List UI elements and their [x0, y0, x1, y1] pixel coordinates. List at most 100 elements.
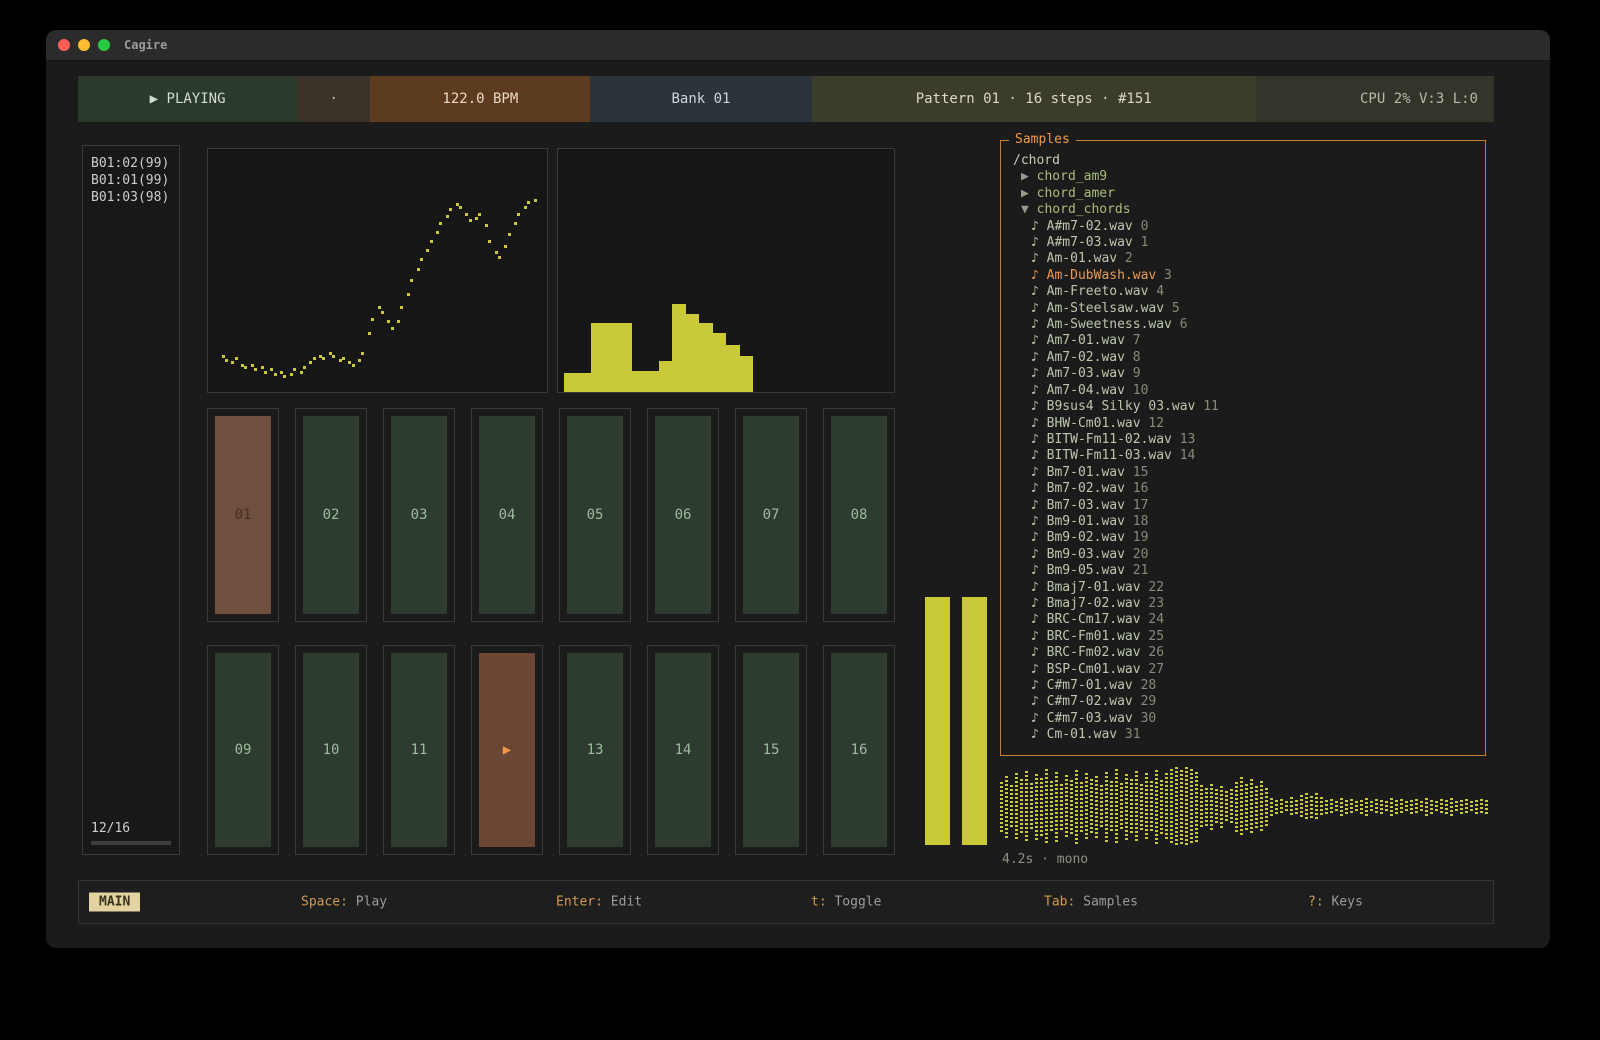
waveform-bar — [1225, 791, 1228, 823]
pad-16[interactable]: 16 — [823, 645, 895, 855]
pad-08[interactable]: 08 — [823, 408, 895, 622]
waveform-bar — [1355, 801, 1358, 814]
waveform-bar — [1375, 799, 1378, 815]
sample-file[interactable]: ♪ Bmaj7-02.wav 23 — [1013, 596, 1473, 612]
level-meters — [925, 597, 987, 845]
sample-file[interactable]: ♪ Am-DubWash.wav 3 — [1013, 268, 1473, 284]
pad-12[interactable]: ▶ — [471, 645, 543, 855]
waveform-bar — [1005, 776, 1008, 838]
histogram-bar — [564, 373, 578, 392]
scatter-point — [244, 366, 247, 369]
scatter-point — [517, 213, 520, 216]
waveform-bar — [1315, 793, 1318, 820]
file-index: 27 — [1141, 662, 1164, 677]
sample-file[interactable]: ♪ A#m7-02.wav 0 — [1013, 219, 1473, 235]
sample-file[interactable]: ♪ Am-Freeto.wav 4 — [1013, 284, 1473, 300]
sample-file[interactable]: ♪ Am-Steelsaw.wav 5 — [1013, 301, 1473, 317]
sample-file[interactable]: ♪ BRC-Fm02.wav 26 — [1013, 645, 1473, 661]
waveform-bar — [1475, 800, 1478, 814]
waveform-display — [1000, 767, 1490, 847]
waveform-bar — [1240, 777, 1243, 836]
sample-file[interactable]: ♪ Cm-01.wav 31 — [1013, 727, 1473, 743]
file-index: 18 — [1125, 514, 1148, 529]
file-index: 4 — [1148, 284, 1164, 299]
close-button[interactable] — [58, 39, 70, 51]
sample-file[interactable]: ♪ Bm7-01.wav 15 — [1013, 465, 1473, 481]
pad-07[interactable]: 07 — [735, 408, 807, 622]
file-index: 25 — [1141, 629, 1164, 644]
pad-fill: 10 — [303, 653, 359, 847]
minimize-button[interactable] — [78, 39, 90, 51]
waveform-bar — [1410, 800, 1413, 814]
sample-file[interactable]: ♪ Bm9-03.wav 20 — [1013, 547, 1473, 563]
sample-file[interactable]: ♪ C#m7-03.wav 30 — [1013, 711, 1473, 727]
folder-chord_amer[interactable]: ▶ chord_amer — [1013, 186, 1473, 202]
pad-06[interactable]: 06 — [647, 408, 719, 622]
sample-file[interactable]: ♪ BRC-Cm17.wav 24 — [1013, 612, 1473, 628]
sample-duration-info: 4.2s · mono — [1002, 852, 1088, 867]
waveform-bar — [1405, 801, 1408, 814]
sample-file[interactable]: ♪ Am7-04.wav 10 — [1013, 383, 1473, 399]
waveform-bar — [1290, 797, 1293, 816]
waveform-bar — [1085, 773, 1088, 841]
sample-file[interactable]: ♪ Bm9-01.wav 18 — [1013, 514, 1473, 530]
sample-file[interactable]: ♪ Bm7-02.wav 16 — [1013, 481, 1473, 497]
sample-file[interactable]: ♪ BRC-Fm01.wav 25 — [1013, 629, 1473, 645]
waveform-bar — [1310, 796, 1313, 818]
sample-file[interactable]: ♪ Bm9-05.wav 21 — [1013, 563, 1473, 579]
music-note-icon: ♪ — [1031, 530, 1047, 545]
sample-file[interactable]: ♪ BHW-Cm01.wav 12 — [1013, 416, 1473, 432]
sample-file[interactable]: ♪ Am7-01.wav 7 — [1013, 333, 1473, 349]
scatter-point — [469, 219, 472, 222]
scatter-point — [391, 327, 394, 330]
pad-15[interactable]: 15 — [735, 645, 807, 855]
music-note-icon: ♪ — [1031, 399, 1047, 414]
hint-label: Keys — [1324, 895, 1363, 910]
pad-03[interactable]: 03 — [383, 408, 455, 622]
pad-11[interactable]: 11 — [383, 645, 455, 855]
sample-file[interactable]: ♪ C#m7-01.wav 28 — [1013, 678, 1473, 694]
pad-01[interactable]: 01 — [207, 408, 279, 622]
scatter-point — [504, 245, 507, 248]
waveform-bar — [1150, 781, 1153, 832]
pad-04[interactable]: 04 — [471, 408, 543, 622]
sample-file[interactable]: ♪ Am-Sweetness.wav 6 — [1013, 317, 1473, 333]
sample-file[interactable]: ♪ Bm7-03.wav 17 — [1013, 498, 1473, 514]
pad-14[interactable]: 14 — [647, 645, 719, 855]
waveform-bar — [1385, 801, 1388, 814]
folder-chord_am9[interactable]: ▶ chord_am9 — [1013, 169, 1473, 185]
sample-file[interactable]: ♪ Am7-02.wav 8 — [1013, 350, 1473, 366]
sample-file[interactable]: ♪ Bm9-02.wav 19 — [1013, 530, 1473, 546]
chevron-down-icon: ▼ — [1021, 202, 1029, 217]
sample-file[interactable]: ♪ C#m7-02.wav 29 — [1013, 694, 1473, 710]
play-icon: ▶ — [503, 742, 511, 758]
sample-file[interactable]: ♪ B9sus4 Silky 03.wav 11 — [1013, 399, 1473, 415]
pad-09[interactable]: 09 — [207, 645, 279, 855]
pad-fill: 02 — [303, 416, 359, 614]
music-note-icon: ♪ — [1031, 563, 1047, 578]
sample-file[interactable]: ♪ A#m7-03.wav 1 — [1013, 235, 1473, 251]
sample-file[interactable]: ♪ Bmaj7-01.wav 22 — [1013, 580, 1473, 596]
scatter-point — [368, 332, 371, 335]
sample-file[interactable]: ♪ Am-01.wav 2 — [1013, 251, 1473, 267]
sample-file[interactable]: ♪ Am7-03.wav 9 — [1013, 366, 1473, 382]
file-name: BRC-Cm17.wav — [1047, 612, 1141, 627]
pad-02[interactable]: 02 — [295, 408, 367, 622]
sample-file[interactable]: ♪ BITW-Fm11-02.wav 13 — [1013, 432, 1473, 448]
pad-10[interactable]: 10 — [295, 645, 367, 855]
hint-key: Tab: — [1044, 895, 1075, 910]
scatter-point — [475, 217, 478, 220]
pad-05[interactable]: 05 — [559, 408, 631, 622]
sample-file[interactable]: ♪ BITW-Fm11-03.wav 14 — [1013, 448, 1473, 464]
pad-13[interactable]: 13 — [559, 645, 631, 855]
folder-chord_chords[interactable]: ▼ chord_chords — [1013, 202, 1473, 218]
music-note-icon: ♪ — [1031, 629, 1047, 644]
scatter-point — [251, 364, 254, 367]
scatter-point — [410, 279, 413, 282]
pad-fill: 05 — [567, 416, 623, 614]
zoom-button[interactable] — [98, 39, 110, 51]
scatter-point — [508, 233, 511, 236]
scatter-point — [332, 355, 335, 358]
sample-file[interactable]: ♪ BSP-Cm01.wav 27 — [1013, 662, 1473, 678]
file-index: 13 — [1172, 432, 1195, 447]
